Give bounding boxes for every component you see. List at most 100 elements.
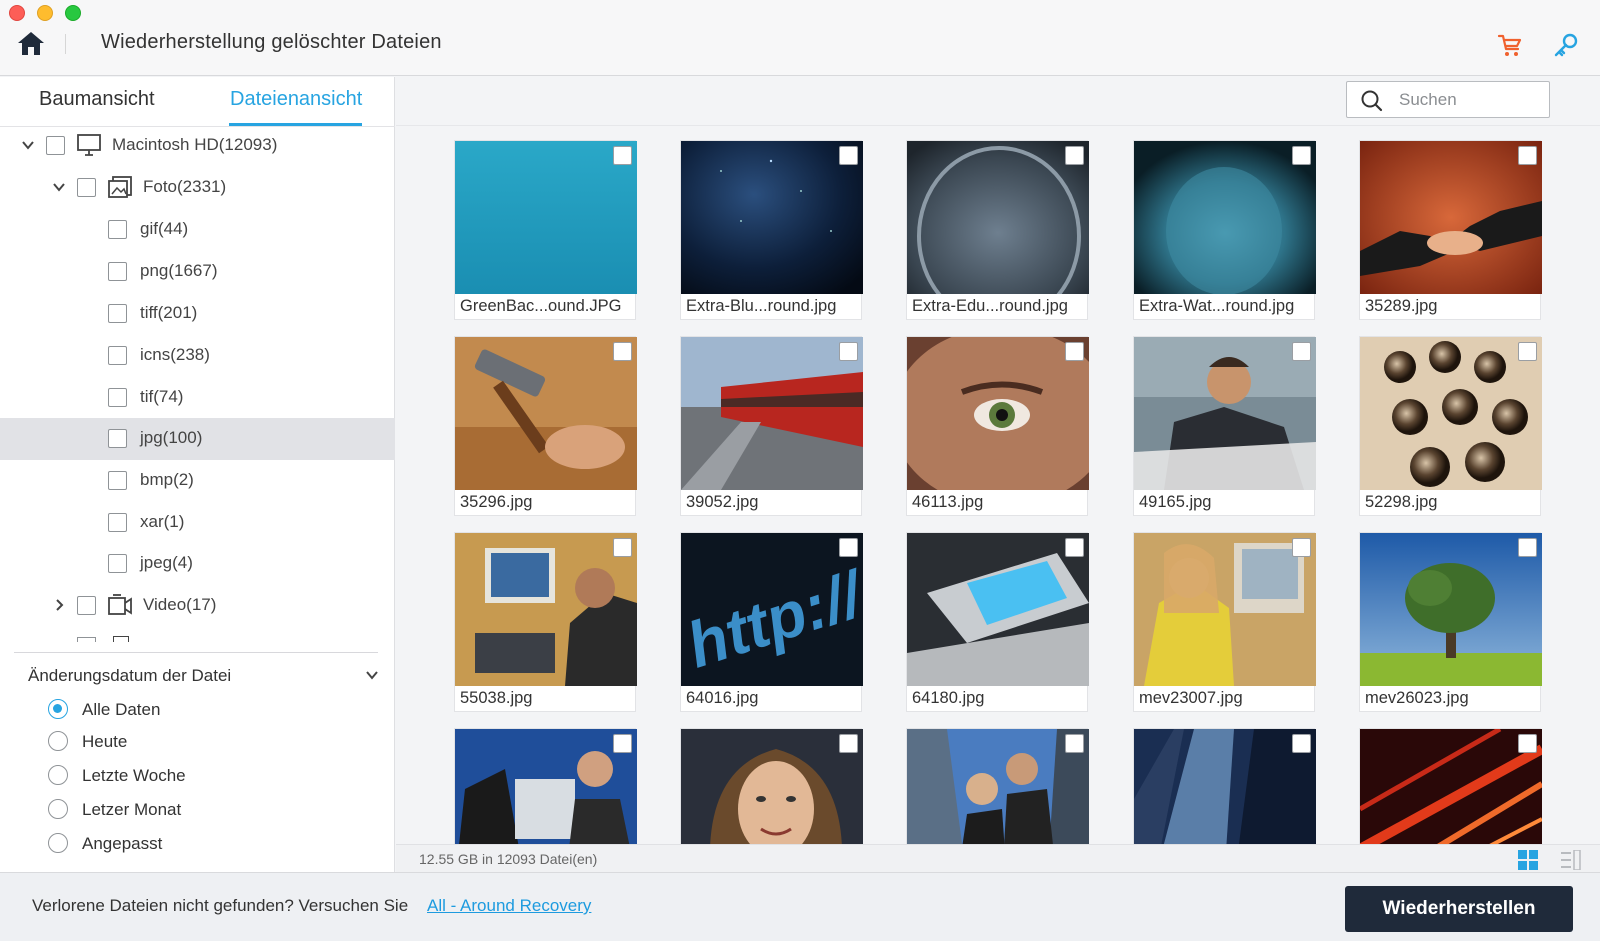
restore-button[interactable]: Wiederherstellen [1345, 886, 1573, 932]
tree-checkbox[interactable] [108, 262, 127, 281]
tree-item-gif[interactable]: gif(44) [0, 209, 395, 251]
chevron-down-icon[interactable] [51, 179, 67, 195]
file-checkbox[interactable] [613, 538, 632, 557]
file-card[interactable]: 64180.jpg [906, 532, 1089, 712]
file-card[interactable]: 35289.jpg [1359, 140, 1542, 320]
tree-label: jpeg(4) [140, 553, 193, 572]
tree-item-jpg[interactable]: jpg(100) [0, 418, 395, 460]
file-thumbnail [907, 533, 1089, 686]
file-name: mev26023.jpg [1365, 689, 1469, 707]
file-checkbox[interactable] [839, 146, 858, 165]
tree-item-tif[interactable]: tif(74) [0, 377, 395, 419]
list-view-icon[interactable] [1561, 849, 1581, 871]
file-checkbox[interactable] [613, 146, 632, 165]
tree-checkbox[interactable] [77, 178, 96, 197]
tree-label: Foto(2331) [143, 177, 227, 196]
file-checkbox[interactable] [1292, 146, 1311, 165]
tree-checkbox[interactable] [108, 513, 127, 532]
filter-option-label: Letzte Woche [82, 766, 186, 785]
zoom-window-button[interactable] [65, 5, 81, 21]
file-checkbox[interactable] [1292, 342, 1311, 361]
file-card[interactable]: Extra-Wat...round.jpg [1133, 140, 1316, 320]
home-icon[interactable] [16, 30, 46, 58]
file-card[interactable]: 35296.jpg [454, 336, 637, 516]
file-checkbox[interactable] [839, 538, 858, 557]
tree-checkbox[interactable] [46, 136, 65, 155]
tree-item-xar[interactable]: xar(1) [0, 502, 395, 544]
file-checkbox[interactable] [1518, 342, 1537, 361]
file-card[interactable]: 55038.jpg [454, 532, 637, 712]
tree-label: tif(74) [140, 387, 184, 406]
file-checkbox[interactable] [1065, 734, 1084, 753]
grid-view-icon[interactable] [1518, 850, 1538, 870]
file-card[interactable]: 39052.jpg [680, 336, 863, 516]
title-bar: Wiederherstellung gelöschter Dateien [0, 0, 1600, 76]
tree-item-macintosh-hd[interactable]: Macintosh HD(12093) [0, 125, 395, 167]
tree-checkbox[interactable] [108, 388, 127, 407]
file-checkbox[interactable] [1292, 734, 1311, 753]
file-checkbox[interactable] [839, 734, 858, 753]
file-thumbnail [1134, 729, 1316, 844]
tree-checkbox[interactable] [108, 471, 127, 490]
tree-item-bmp[interactable]: bmp(2) [0, 460, 395, 502]
tree-checkbox[interactable] [108, 304, 127, 323]
tree-checkbox[interactable] [108, 346, 127, 365]
file-card[interactable] [1133, 728, 1316, 844]
search-input[interactable] [1399, 88, 1539, 112]
search-box[interactable] [1346, 81, 1550, 118]
file-checkbox[interactable] [1518, 734, 1537, 753]
file-checkbox[interactable] [1292, 538, 1311, 557]
file-card[interactable]: 46113.jpg [906, 336, 1089, 516]
file-card[interactable]: 49165.jpg [1133, 336, 1316, 516]
file-card[interactable] [906, 728, 1089, 844]
chevron-down-icon[interactable] [20, 137, 36, 153]
cart-icon[interactable] [1496, 31, 1524, 59]
file-checkbox[interactable] [1065, 538, 1084, 557]
file-card[interactable]: http:// 64016.jpg [680, 532, 863, 712]
tree-label: tiff(201) [140, 303, 198, 322]
tree-checkbox-partial [77, 637, 96, 642]
tab-tree-view[interactable]: Baumansicht [39, 88, 155, 111]
file-card[interactable]: mev26023.jpg [1359, 532, 1542, 712]
radio-button[interactable] [48, 731, 68, 751]
radio-button[interactable] [48, 799, 68, 819]
close-window-button[interactable] [9, 5, 25, 21]
tree-checkbox[interactable] [108, 429, 127, 448]
file-card[interactable]: mev23007.jpg [1133, 532, 1316, 712]
tree-item-icns[interactable]: icns(238) [0, 335, 395, 377]
all-around-recovery-link[interactable]: All - Around Recovery [427, 896, 591, 916]
file-name: 46113.jpg [912, 493, 984, 511]
file-thumbnail [455, 729, 637, 844]
file-card[interactable]: Extra-Blu...round.jpg [680, 140, 863, 320]
tree-checkbox[interactable] [108, 554, 127, 573]
tree-item-png[interactable]: png(1667) [0, 251, 395, 293]
file-checkbox[interactable] [1518, 538, 1537, 557]
file-checkbox[interactable] [613, 342, 632, 361]
radio-button[interactable] [48, 699, 68, 719]
file-card[interactable]: GreenBac...ound.JPG [454, 140, 637, 320]
key-icon[interactable] [1552, 31, 1580, 59]
file-checkbox[interactable] [1065, 342, 1084, 361]
file-card[interactable] [454, 728, 637, 844]
chevron-right-icon[interactable] [51, 597, 67, 613]
status-bar: 12.55 GB in 12093 Datei(en) [396, 844, 1600, 872]
tab-file-view[interactable]: Dateienansicht [230, 88, 362, 111]
file-card[interactable] [680, 728, 863, 844]
tree-item-video[interactable]: Video(17) [0, 585, 395, 627]
radio-button[interactable] [48, 765, 68, 785]
radio-button[interactable] [48, 833, 68, 853]
tree-item-jpeg[interactable]: jpeg(4) [0, 543, 395, 585]
file-checkbox[interactable] [1518, 146, 1537, 165]
minimize-window-button[interactable] [37, 5, 53, 21]
file-checkbox[interactable] [613, 734, 632, 753]
tree-item-foto[interactable]: Foto(2331) [0, 167, 395, 209]
chevron-down-icon[interactable] [364, 667, 380, 683]
tree-checkbox[interactable] [108, 220, 127, 239]
file-card[interactable]: 52298.jpg [1359, 336, 1542, 516]
file-checkbox[interactable] [839, 342, 858, 361]
tree-checkbox[interactable] [77, 596, 96, 615]
file-card[interactable]: Extra-Edu...round.jpg [906, 140, 1089, 320]
tree-item-tiff[interactable]: tiff(201) [0, 293, 395, 335]
file-card[interactable] [1359, 728, 1542, 844]
file-checkbox[interactable] [1065, 146, 1084, 165]
